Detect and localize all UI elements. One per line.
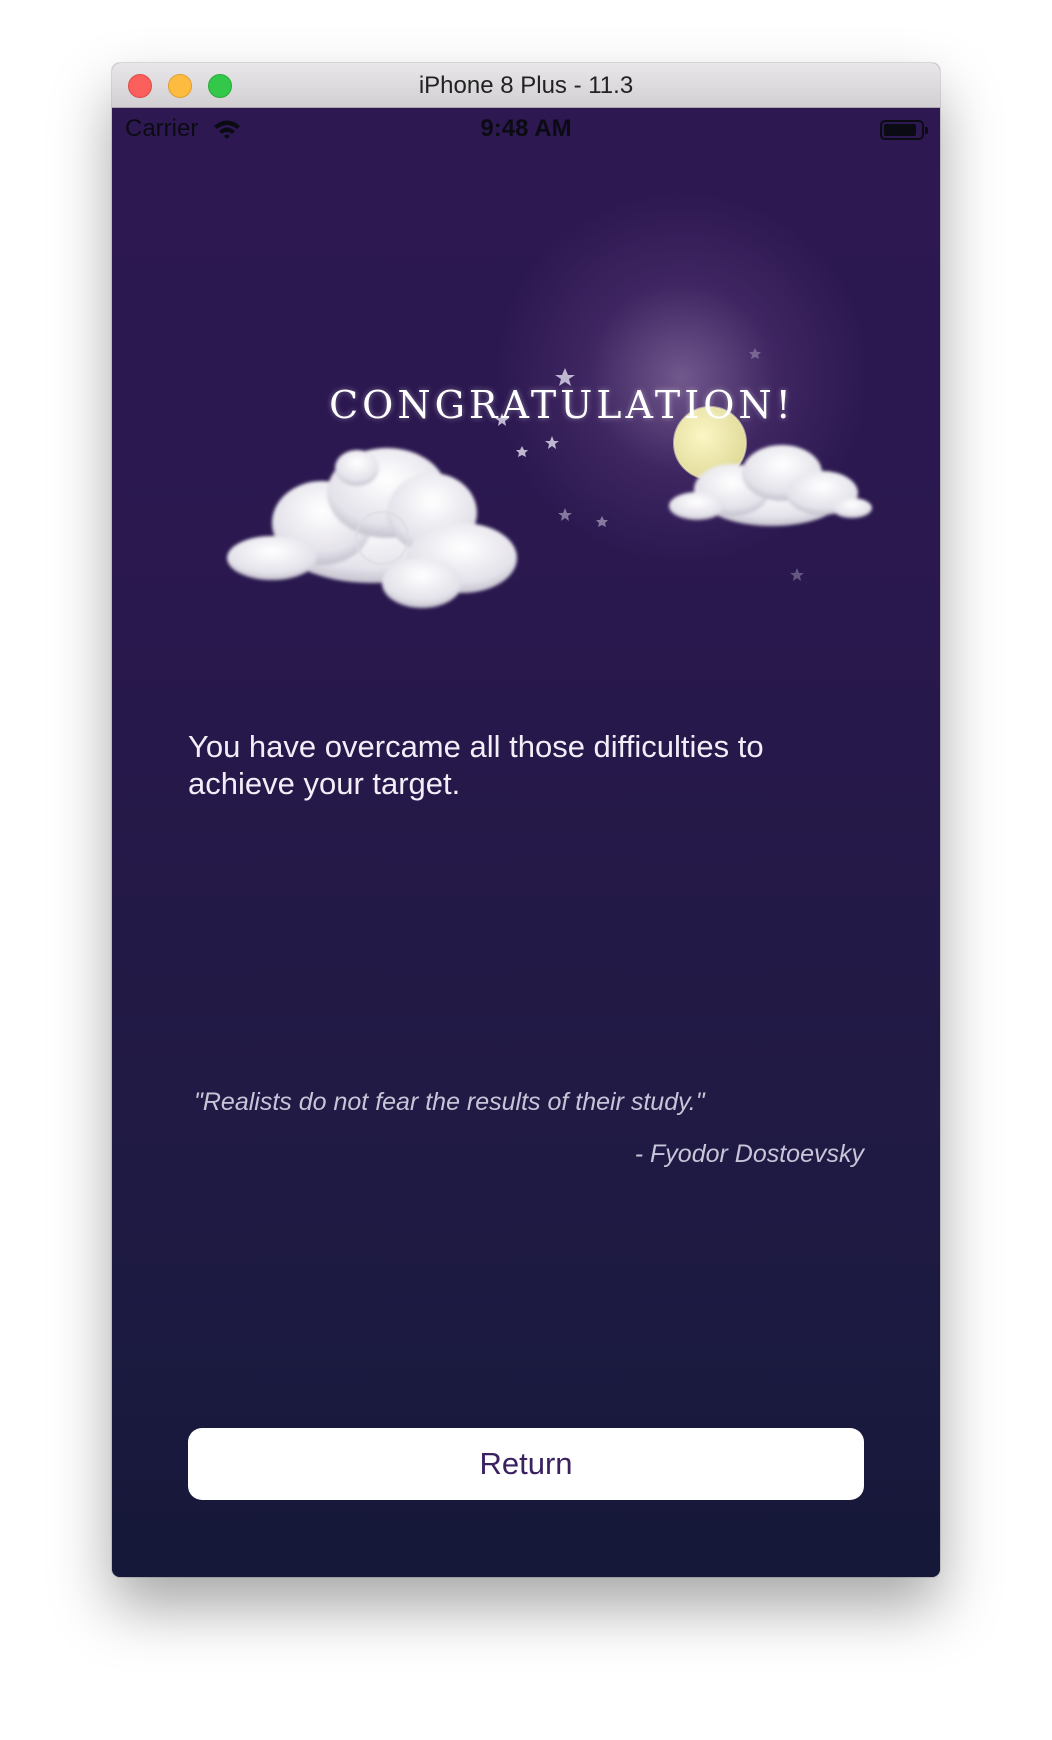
simulator-window: iPhone 8 Plus - 11.3 Carrier 9:48 AM CON… xyxy=(112,63,940,1577)
window-title: iPhone 8 Plus - 11.3 xyxy=(418,72,634,99)
status-bar: Carrier 9:48 AM xyxy=(112,108,940,152)
night-sky-illustration xyxy=(227,348,872,608)
achievement-message: You have overcame all those difficulties… xyxy=(188,729,764,801)
quote-author: - Fyodor Dostoevsky xyxy=(634,1140,864,1168)
app-screen: Carrier 9:48 AM CONGRATULATION! You have… xyxy=(112,108,940,1577)
status-time: 9:48 AM xyxy=(480,115,572,142)
hero-illustration xyxy=(172,258,892,708)
battery-icon xyxy=(880,120,928,140)
cloud-illustration xyxy=(227,448,517,608)
quote-text: "Realists do not fear the results of the… xyxy=(194,1088,705,1116)
window-titlebar[interactable]: iPhone 8 Plus - 11.3 xyxy=(112,63,940,108)
congratulation-heading: CONGRATULATION! xyxy=(329,383,795,427)
return-button[interactable]: Return xyxy=(188,1428,864,1500)
